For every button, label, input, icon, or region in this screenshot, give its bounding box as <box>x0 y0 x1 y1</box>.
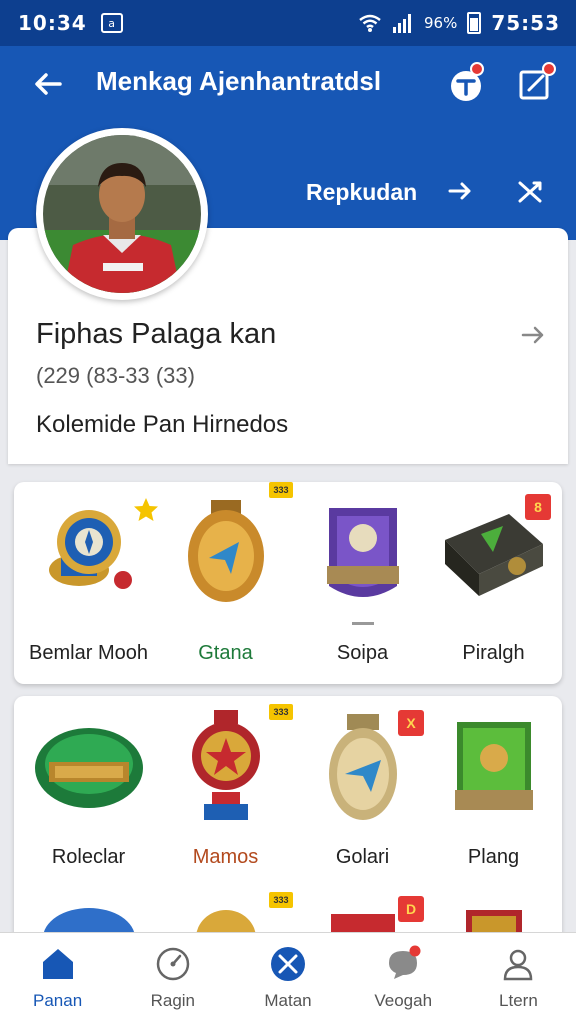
compass-badge-icon <box>48 510 132 589</box>
edit-button[interactable] <box>516 62 556 104</box>
nav-label: Panan <box>33 991 83 1010</box>
trophy-icon <box>191 710 260 820</box>
grid-item-soipa[interactable]: Soipa <box>294 482 431 684</box>
user-icon <box>504 949 533 981</box>
battery-percent: 96% <box>423 14 458 32</box>
tools-icon <box>271 947 305 981</box>
profile-name: Fiphas Palaga kan <box>36 318 277 350</box>
status-time-secondary: 75:53 <box>491 11 560 35</box>
bottom-navigation: Panan Ragin Matan Veogah Ltern <box>0 932 576 1024</box>
nav-label: Ragin <box>150 991 196 1010</box>
grid-item-partial-1[interactable] <box>20 902 157 936</box>
grid-item-plang[interactable]: Plang <box>425 696 562 906</box>
grid-item-label: Roleclar <box>51 846 126 868</box>
star-icon <box>134 498 158 521</box>
grid-item-bemlar[interactable]: Bemlar Mooh <box>20 482 158 684</box>
profile-description: Kolemide Pan Hirnedos <box>36 411 289 438</box>
blue-emblem-icon <box>42 908 135 936</box>
shield-purple-icon <box>326 508 399 597</box>
grid-item-roleclar[interactable]: Roleclar <box>20 696 157 906</box>
edit-dot <box>542 62 556 76</box>
notification-icon: a <box>100 13 123 33</box>
status-time: 10:34 <box>18 11 87 35</box>
grid-item-label: Mamos <box>192 846 259 868</box>
green-shield-icon <box>34 728 143 808</box>
grid-item-label: Gtana <box>198 642 253 664</box>
chevron-right-icon[interactable] <box>520 322 546 348</box>
nav-label: Veogah <box>374 991 433 1010</box>
page-title: Menkag Ajenhantratdsl <box>96 66 382 96</box>
back-arrow-icon[interactable] <box>28 64 68 104</box>
signal-icon <box>392 14 411 33</box>
grid-item-badge: X <box>398 710 424 736</box>
grid-item-badge: D <box>398 896 424 922</box>
home-icon <box>42 949 73 979</box>
repkudan-link[interactable]: Repkudan <box>306 179 417 206</box>
carousel-indicator <box>352 622 374 625</box>
items-card-1: Bemlar Mooh 333 Gtana Soipa 8 Piralgh <box>14 482 562 684</box>
grid-item-label: Plang <box>467 846 520 868</box>
grid-item-badge: 333 <box>269 482 293 498</box>
grid-item-label: Golari <box>335 846 390 868</box>
medal-icon <box>187 500 264 602</box>
profile-number: (229 (83-33 (33) <box>36 363 195 388</box>
notification-dot <box>470 62 484 76</box>
items-card-2: Roleclar 333 Mamos X Golari Plang 333 D <box>14 696 562 936</box>
red-emblem-icon <box>330 914 395 936</box>
avatar[interactable] <box>36 128 208 300</box>
grid-item-badge: 333 <box>269 704 293 720</box>
grid-item-label: Soipa <box>336 642 389 664</box>
grid-item-label: Piralgh <box>462 642 525 664</box>
silver-medal-icon <box>328 714 397 820</box>
arrow-right-icon[interactable] <box>446 177 474 205</box>
gold-emblem-icon <box>195 910 256 936</box>
grid-item-partial-2[interactable]: 333 <box>157 892 294 936</box>
notification-button[interactable] <box>446 62 486 104</box>
nav-label: Matan <box>264 991 312 1010</box>
grid-item-badge: 8 <box>525 494 551 520</box>
nav-item-matan[interactable]: Matan <box>230 933 345 1024</box>
grid-item-piralgh[interactable]: 8 Piralgh <box>425 482 562 684</box>
nav-item-panan[interactable]: Panan <box>0 933 115 1024</box>
grid-item-label: Bemlar Mooh <box>29 642 148 664</box>
grid-item-gtana[interactable]: 333 Gtana <box>157 482 294 684</box>
nav-item-ltern[interactable]: Ltern <box>461 933 576 1024</box>
nav-item-veogah[interactable]: Veogah <box>346 933 461 1024</box>
battery-icon <box>467 12 482 34</box>
grid-item-mamos[interactable]: 333 Mamos <box>157 696 294 906</box>
chat-icon <box>389 945 421 979</box>
nav-label: Ltern <box>499 991 538 1010</box>
grid-item-partial-4[interactable] <box>425 902 562 936</box>
grid-item-badge: 333 <box>269 892 293 908</box>
shuffle-icon[interactable] <box>516 177 544 205</box>
grid-item-golari[interactable]: X Golari <box>294 696 431 906</box>
bronze-emblem-icon <box>465 910 522 936</box>
status-bar: 10:34 a 96% 75:53 <box>0 0 576 46</box>
green-chest-icon <box>454 722 533 810</box>
nav-item-ragin[interactable]: Ragin <box>115 933 230 1024</box>
grid-item-partial-3[interactable]: D <box>294 896 431 936</box>
gauge-icon <box>156 947 190 981</box>
wifi-icon <box>359 14 381 32</box>
player-avatar-image <box>43 135 201 293</box>
